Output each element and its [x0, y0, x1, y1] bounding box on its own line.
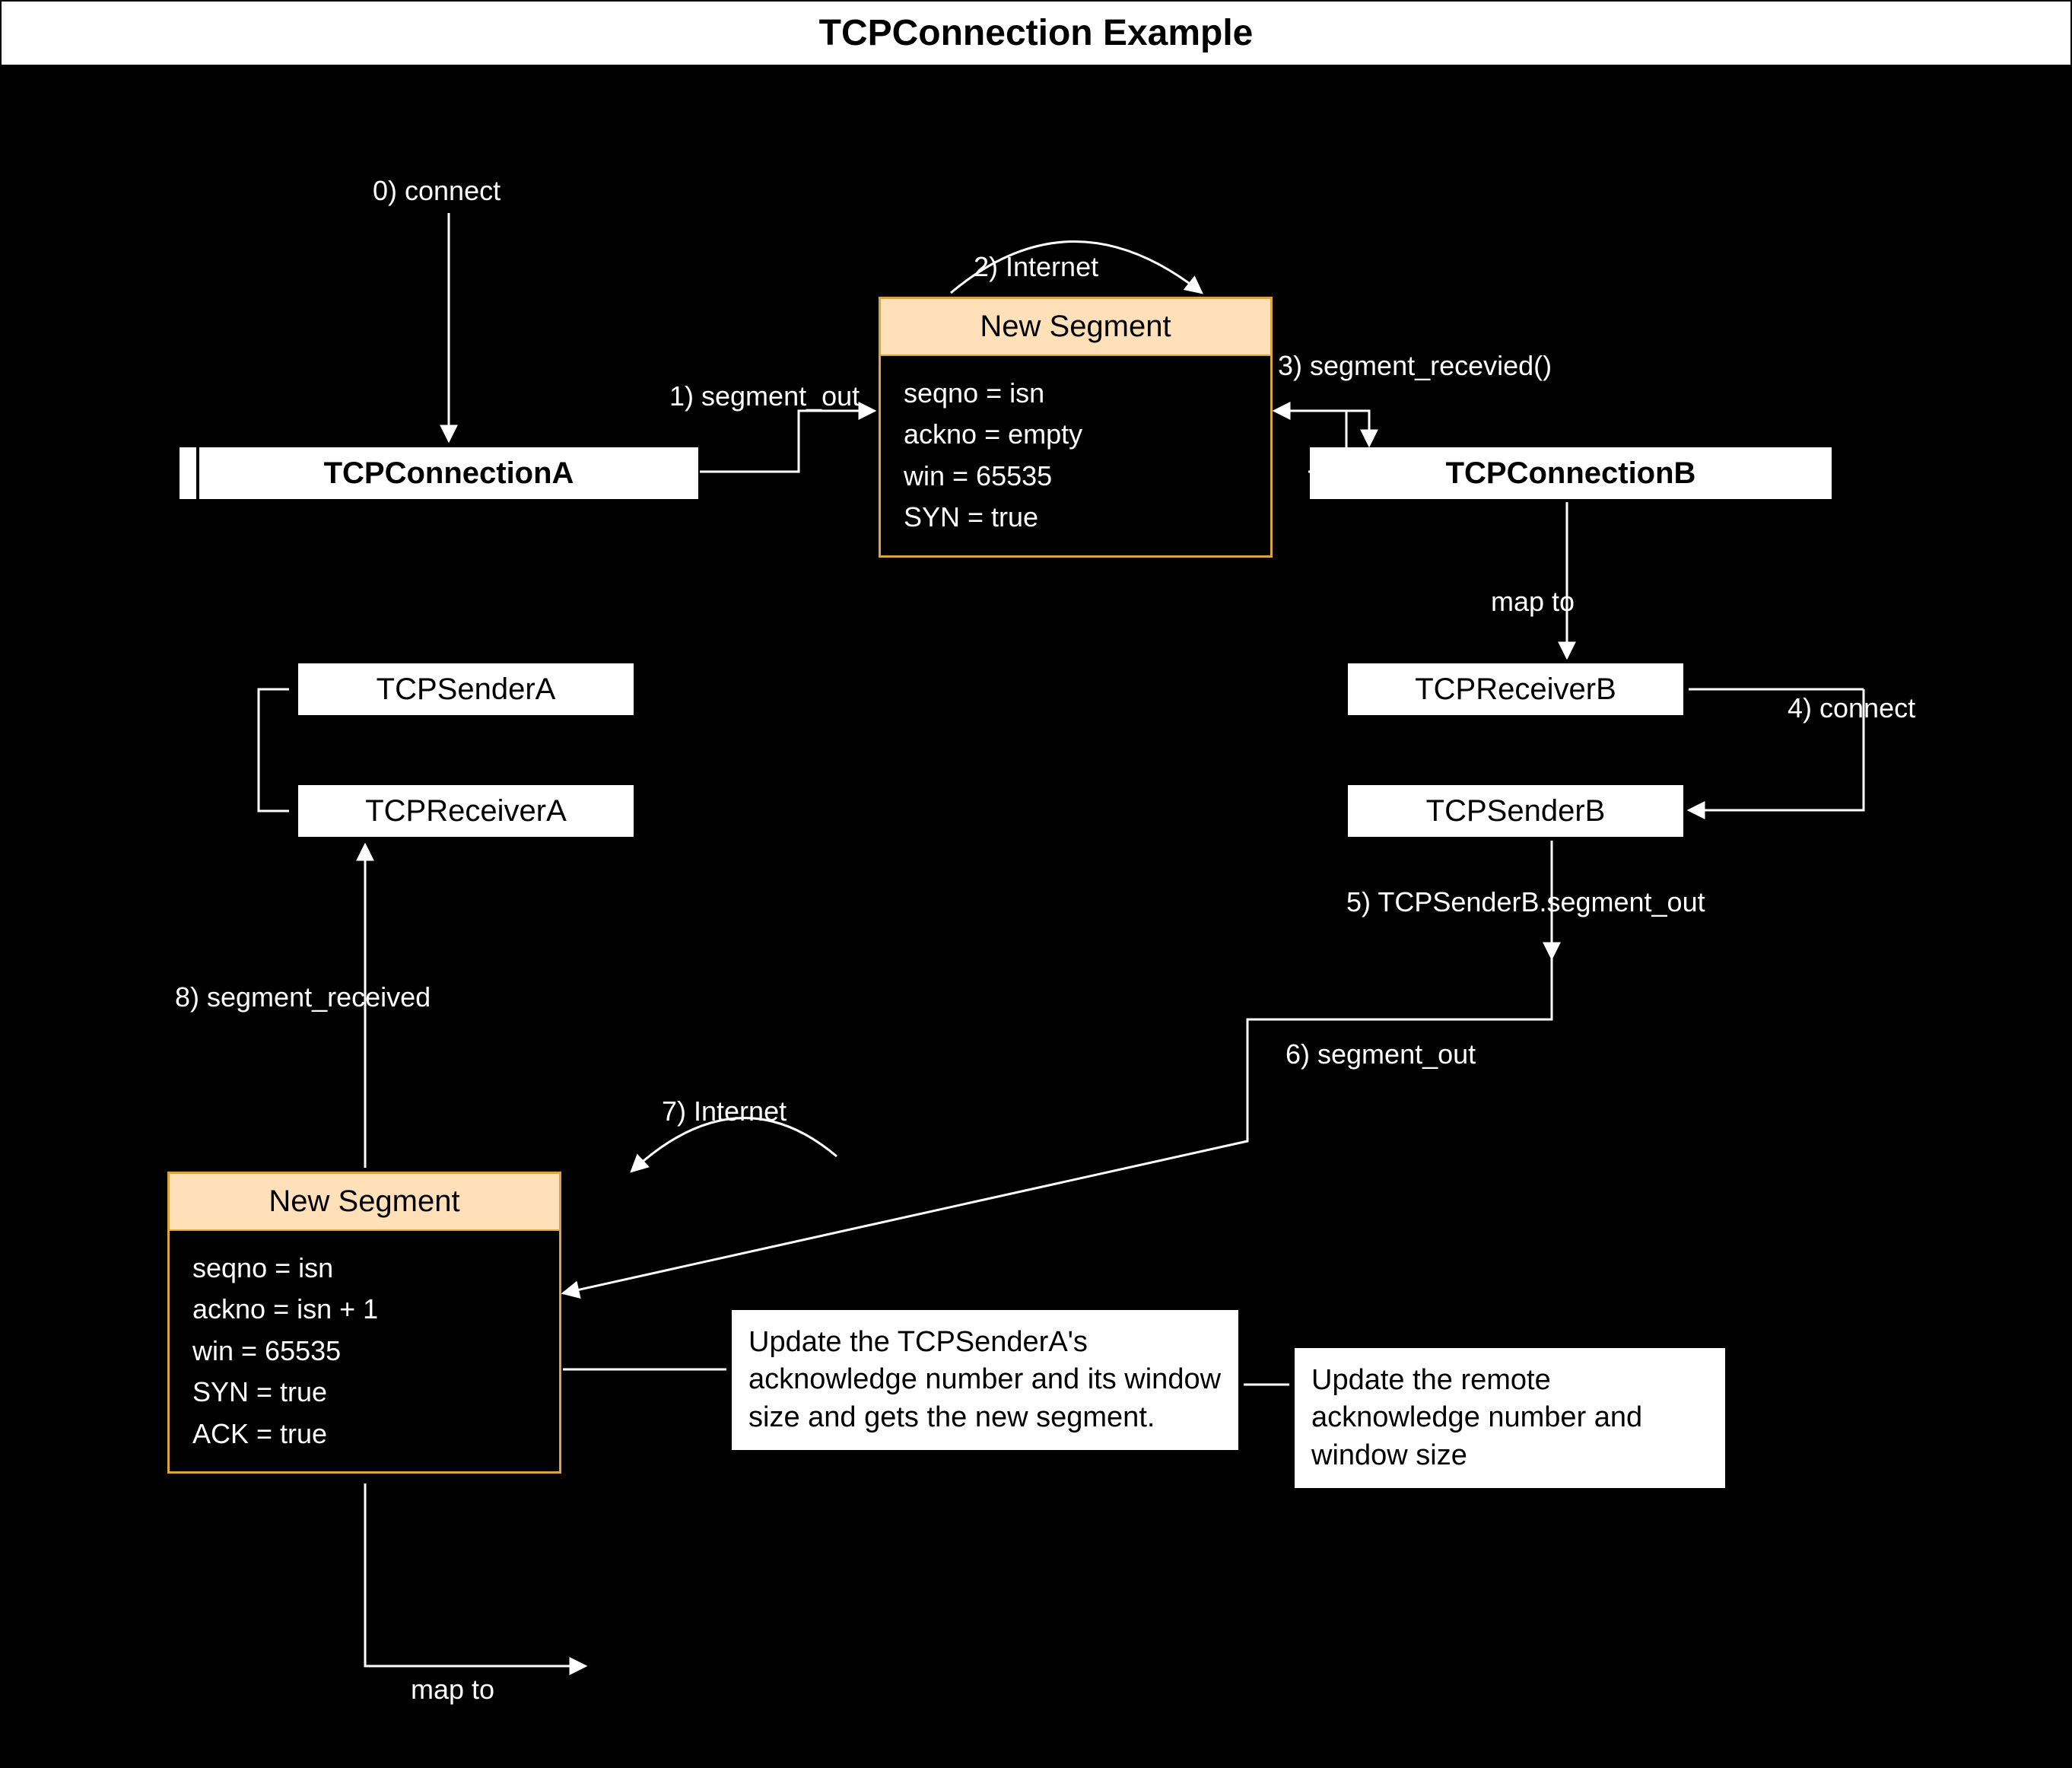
diagram-title: TCPConnection Example — [0, 0, 2072, 66]
conn-a-tick — [178, 446, 198, 501]
tcp-sender-a: TCPSenderA — [297, 662, 635, 717]
step-1-segment-out: 1) segment_out — [669, 380, 860, 412]
step-5-sender-b-out: 5) TCPSenderB.segment_out — [1346, 886, 1705, 918]
step-7-internet: 7) Internet — [662, 1095, 787, 1127]
step-4-connect: 4) connect — [1788, 692, 1915, 724]
step-0-connect: 0) connect — [373, 175, 501, 207]
seg1-seqno: seqno = isn — [904, 374, 1247, 412]
step-3-segment-received: 3) segment_recevied() — [1278, 350, 1552, 382]
segment-box-top: New Segment seqno = isn ackno = empty wi… — [879, 297, 1273, 558]
seg2-win: win = 65535 — [192, 1332, 536, 1370]
seg1-win: win = 65535 — [904, 457, 1247, 495]
step-map-to-1: map to — [1491, 586, 1575, 618]
tcp-receiver-a: TCPReceiverA — [297, 784, 635, 838]
tcp-receiver-b: TCPReceiverB — [1346, 662, 1685, 717]
note-sender-a-update: Update the TCPSenderA's acknowledge numb… — [730, 1309, 1240, 1452]
seg1-syn: SYN = true — [904, 498, 1247, 536]
note-remote-update: Update the remote acknowledge number and… — [1293, 1347, 1727, 1490]
seg2-ackno: ackno = isn + 1 — [192, 1290, 536, 1328]
segment-header-2: New Segment — [170, 1174, 559, 1231]
seg2-syn: SYN = true — [192, 1373, 536, 1411]
seg2-seqno: seqno = isn — [192, 1249, 536, 1287]
seg2-ack: ACK = true — [192, 1415, 536, 1453]
conn-b-header: TCPConnectionB — [1308, 446, 1833, 501]
segment-header: New Segment — [881, 299, 1270, 356]
tcp-sender-b: TCPSenderB — [1346, 784, 1685, 838]
step-map-to-2: map to — [411, 1674, 494, 1706]
segment-box-bottom: New Segment seqno = isn ackno = isn + 1 … — [167, 1172, 561, 1474]
conn-a-header: TCPConnectionA — [198, 446, 700, 501]
seg1-ackno: ackno = empty — [904, 415, 1247, 453]
step-8-segment-received: 8) segment_received — [175, 981, 431, 1013]
step-2-internet: 2) Internet — [974, 251, 1098, 283]
step-6-segment-out: 6) segment_out — [1285, 1038, 1476, 1070]
